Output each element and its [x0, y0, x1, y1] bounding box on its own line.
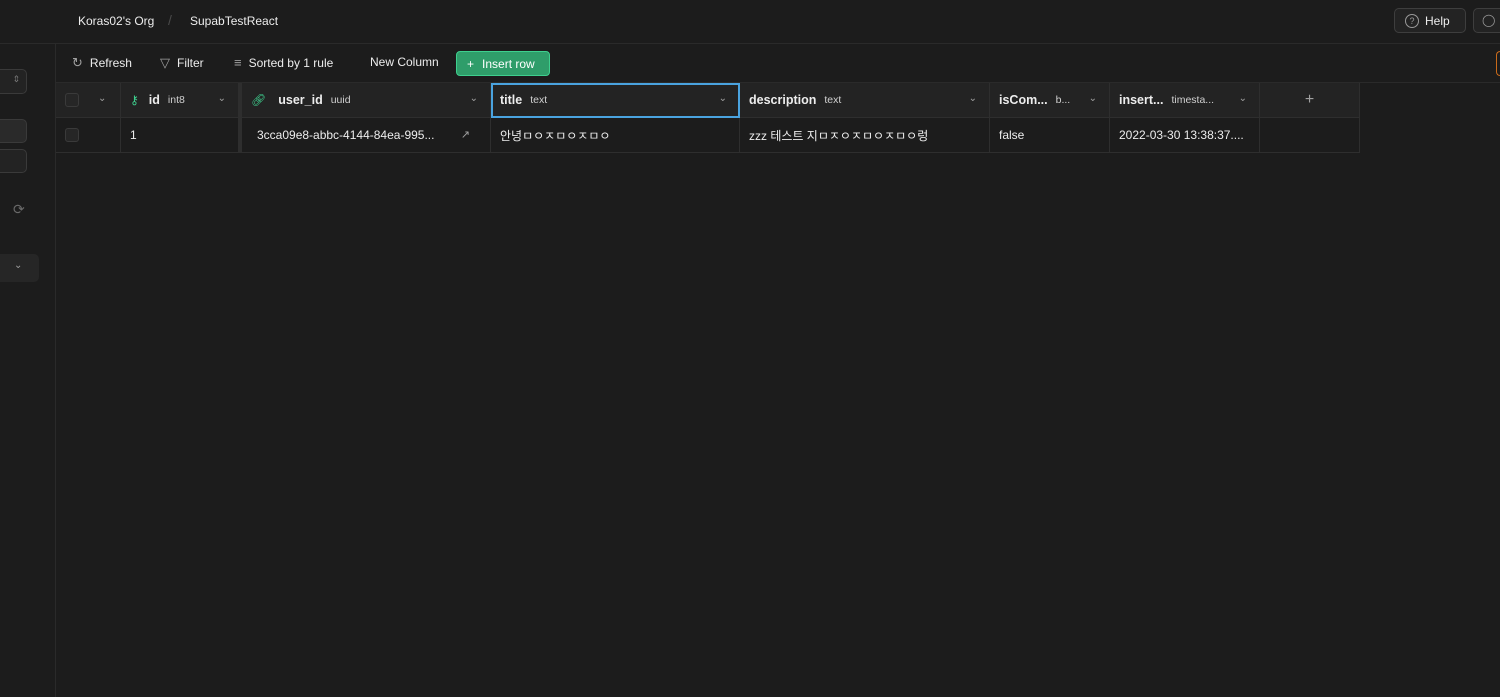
cell-id[interactable]: 1: [121, 118, 239, 153]
chevron-down-icon[interactable]: ⌄: [98, 93, 106, 104]
refresh-button[interactable]: ↻ Refresh: [72, 55, 132, 71]
empty-cell: [1260, 118, 1360, 153]
new-column-label: New Column: [370, 55, 439, 69]
filter-button[interactable]: ▽ Filter: [160, 55, 204, 71]
new-column-button[interactable]: New Column: [370, 55, 439, 69]
search-input[interactable]: [0, 149, 27, 173]
insert-row-button[interactable]: + Insert row: [456, 51, 550, 76]
external-link-icon[interactable]: ↗: [461, 128, 470, 141]
table-row[interactable]: 1 3cca09e8-abbc-4144-84ea-995... ↗ 안녕ㅁㅇㅈ…: [56, 118, 1360, 153]
primary-key-icon: ⚷: [130, 93, 139, 107]
column-type: text: [824, 94, 842, 106]
breadcrumb-project[interactable]: SupabTestReact: [190, 14, 278, 28]
column-name: insert...: [1119, 93, 1164, 107]
foreign-key-link-icon: 🔗︎: [251, 93, 267, 107]
schema-select[interactable]: ⇕: [0, 69, 27, 94]
cell-is-completed[interactable]: false: [990, 118, 1110, 153]
data-grid: ⌄ ⚷ id int8 ⌄ 🔗︎ user_id uuid ⌄ title te…: [56, 83, 1360, 153]
chevron-down-icon[interactable]: ⌄: [1239, 93, 1247, 104]
chevron-down-icon[interactable]: ⌄: [719, 93, 727, 104]
table-toolbar: ↻ Refresh ▽ Filter ≡ Sorted by 1 rule Ne…: [56, 44, 1500, 83]
column-type: text: [530, 94, 548, 106]
plus-icon: +: [467, 56, 475, 71]
column-type: uuid: [330, 94, 351, 106]
sidebar-button[interactable]: [0, 119, 27, 143]
cell-user-id[interactable]: 3cca09e8-abbc-4144-84ea-995... ↗: [239, 118, 491, 153]
column-name: title: [500, 93, 523, 107]
help-label: Help: [1425, 13, 1450, 28]
refresh-icon: ↻: [72, 55, 83, 70]
column-type: b...: [1055, 94, 1071, 106]
help-button[interactable]: ? Help: [1394, 8, 1466, 33]
cell-description[interactable]: zzz 테스트 지ㅁㅈㅇㅈㅁㅇㅈㅁㅇ렁: [740, 118, 990, 153]
chevron-down-icon[interactable]: ⌄: [218, 93, 226, 104]
filter-icon: ▽: [160, 55, 170, 70]
column-header-id[interactable]: ⚷ id int8 ⌄: [121, 83, 239, 118]
column-type: int8: [167, 94, 185, 106]
filter-label: Filter: [177, 56, 204, 70]
row-select-cell: [56, 118, 121, 153]
header-row: ⌄ ⚷ id int8 ⌄ 🔗︎ user_id uuid ⌄ title te…: [56, 83, 1360, 118]
sidebar: ⇕ ⟳ ⌄: [0, 44, 56, 697]
column-header-description[interactable]: description text ⌄: [740, 83, 990, 118]
sort-label: Sorted by 1 rule: [248, 55, 334, 70]
chevron-down-icon[interactable]: ⌄: [1089, 93, 1097, 104]
cell-inserted-at[interactable]: 2022-03-30 13:38:37....: [1110, 118, 1260, 153]
select-all-checkbox[interactable]: [65, 93, 79, 107]
column-type: timesta...: [1171, 94, 1215, 106]
column-name: description: [749, 93, 817, 107]
column-header-is-completed[interactable]: isCom... b... ⌄: [990, 83, 1110, 118]
help-icon: ?: [1405, 13, 1419, 28]
sort-button[interactable]: ≡ Sorted by 1 rule: [234, 55, 333, 70]
sort-icon: ≡: [234, 55, 242, 70]
cell-value: 3cca09e8-abbc-4144-84ea-995...: [257, 128, 435, 142]
column-header-inserted-at[interactable]: insert... timesta... ⌄: [1110, 83, 1260, 118]
refresh-label: Refresh: [89, 56, 132, 70]
column-header-title[interactable]: title text ⌄: [491, 83, 740, 118]
chevron-down-icon[interactable]: ⌄: [969, 93, 977, 104]
collapse-toggle[interactable]: ⌄: [0, 254, 39, 282]
select-all-cell: ⌄: [56, 83, 121, 118]
column-name: id: [148, 93, 160, 107]
column-name: isCom...: [999, 93, 1048, 107]
feedback-button[interactable]: ◯: [1473, 8, 1500, 33]
feedback-icon: ◯: [1482, 13, 1496, 27]
cell-title[interactable]: 안녕ㅁㅇㅈㅁㅇㅈㅁㅇ: [491, 118, 740, 153]
row-checkbox[interactable]: [65, 128, 79, 142]
add-column-button[interactable]: +: [1260, 83, 1360, 118]
column-header-user-id[interactable]: 🔗︎ user_id uuid ⌄: [239, 83, 491, 118]
chevron-down-icon[interactable]: ⌄: [470, 93, 478, 104]
plus-icon: +: [1304, 91, 1315, 108]
edge-button[interactable]: [1496, 51, 1500, 76]
column-name: user_id: [278, 93, 323, 107]
refresh-tables-icon[interactable]: ⟳: [13, 201, 25, 218]
chevron-down-icon: ⌄: [14, 260, 23, 271]
breadcrumb-org[interactable]: Koras02's Org: [78, 14, 154, 28]
breadcrumb-separator: /: [168, 12, 172, 28]
select-arrows-icon: ⇕: [12, 74, 20, 84]
top-bar: Koras02's Org / SupabTestReact ? Help ◯: [0, 0, 1500, 44]
insert-row-label: Insert row: [482, 56, 535, 71]
